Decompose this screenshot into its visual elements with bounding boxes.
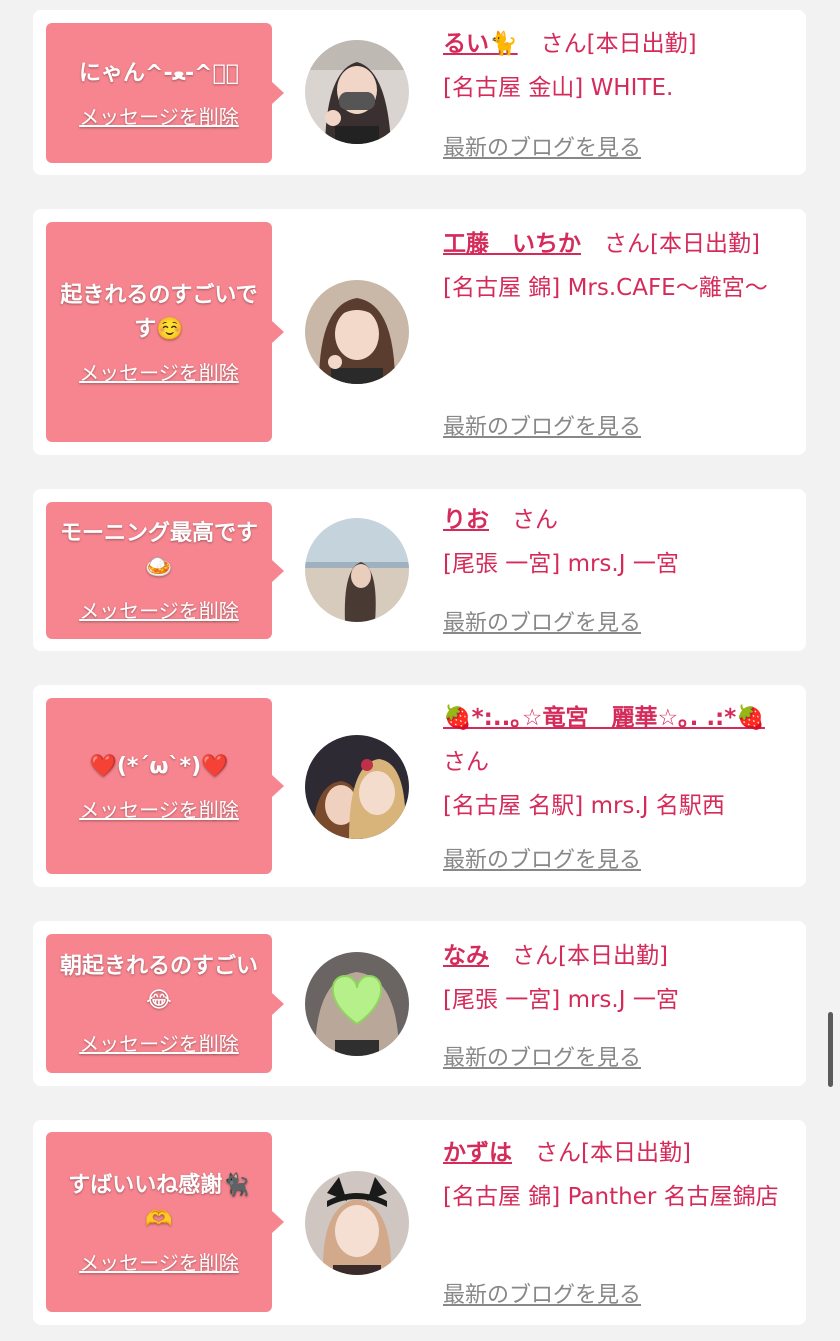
- avatar[interactable]: [305, 280, 409, 384]
- message-bubble: にゃん^-ﻌ-^ฅ゙ メッセージを削除: [46, 23, 284, 163]
- shop-text: [尾張 一宮] mrs.J 一宮: [443, 987, 679, 1013]
- girl-name-link[interactable]: るい🐈: [443, 31, 518, 57]
- delete-message-link[interactable]: メッセージを削除: [79, 1028, 239, 1057]
- avatar[interactable]: [305, 735, 409, 839]
- message-bubble: モーニング最高です🍛 メッセージを削除: [46, 502, 284, 639]
- message-bubble: すばいいね感謝🐈‍⬛🫶 メッセージを削除: [46, 1132, 284, 1312]
- delete-message-link[interactable]: メッセージを削除: [79, 357, 239, 386]
- delete-message-link[interactable]: メッセージを削除: [79, 101, 239, 130]
- message-text: モーニング最高です🍛: [59, 521, 258, 580]
- message-text: すばいいね感謝🐈‍⬛🫶: [68, 1172, 250, 1232]
- status-text: [本日出勤]: [586, 31, 697, 57]
- girl-name-link[interactable]: なみ: [443, 943, 489, 969]
- san-label: さん: [443, 749, 489, 775]
- delete-message-link[interactable]: メッセージを削除: [79, 1247, 239, 1276]
- message-text: ❤️(*´ω`*)❤️: [89, 753, 229, 779]
- san-label: さん: [512, 943, 558, 969]
- delete-message-link[interactable]: メッセージを削除: [79, 794, 239, 823]
- profile-info: りお さん [尾張 一宮] mrs.J 一宮: [443, 498, 795, 586]
- avatar[interactable]: [305, 40, 409, 144]
- message-bubble: 起きれるのすごいです☺️ メッセージを削除: [46, 222, 284, 442]
- message-bubble: 朝起きれるのすごい😂 メッセージを削除: [46, 934, 284, 1073]
- shop-text: [名古屋 錦] Mrs.CAFE〜離宮〜: [443, 275, 768, 301]
- status-text: [本日出勤]: [558, 943, 668, 969]
- profile-info: なみ さん[本日出勤] [尾張 一宮] mrs.J 一宮: [443, 934, 795, 1022]
- blog-link[interactable]: 最新のブログを見る: [443, 1277, 641, 1309]
- girl-name-link[interactable]: かずは: [443, 1140, 512, 1166]
- san-label: さん: [604, 231, 650, 257]
- status-text: [本日出勤]: [581, 1140, 691, 1166]
- girl-name-link[interactable]: 🍓*:..｡☆竜宮 麗華☆｡. .:*🍓: [443, 705, 765, 731]
- avatar[interactable]: [305, 518, 409, 622]
- blog-link[interactable]: 最新のブログを見る: [443, 605, 641, 637]
- message-text: 起きれるのすごいです☺️: [60, 282, 258, 342]
- shop-text: [名古屋 錦] Panther 名古屋錦店: [443, 1184, 779, 1210]
- delete-message-link[interactable]: メッセージを削除: [79, 595, 239, 624]
- blog-link[interactable]: 最新のブログを見る: [443, 409, 641, 441]
- girl-name-link[interactable]: 工藤 いちか: [443, 231, 581, 257]
- message-text: にゃん^-ﻌ-^ฅ゙: [79, 60, 239, 86]
- blog-link[interactable]: 最新のブログを見る: [443, 842, 641, 874]
- blog-link[interactable]: 最新のブログを見る: [443, 1040, 641, 1072]
- girl-name-link[interactable]: りお: [443, 507, 489, 533]
- profile-info: 🍓*:..｡☆竜宮 麗華☆｡. .:*🍓 さん [名古屋 名駅] mrs.J 名…: [443, 696, 795, 828]
- status-text: [本日出勤]: [650, 231, 760, 257]
- blog-link[interactable]: 最新のブログを見る: [443, 130, 641, 162]
- shop-text: [名古屋 金山] WHITE.: [443, 75, 674, 101]
- message-text: 朝起きれるのすごい😂: [59, 954, 258, 1013]
- profile-info: るい🐈 さん[本日出勤] [名古屋 金山] WHITE.: [443, 22, 795, 110]
- shop-text: [尾張 一宮] mrs.J 一宮: [443, 551, 679, 577]
- scrollbar[interactable]: [828, 1012, 833, 1087]
- avatar[interactable]: [305, 952, 409, 1056]
- san-label: さん: [512, 507, 558, 533]
- profile-info: 工藤 いちか さん[本日出勤] [名古屋 錦] Mrs.CAFE〜離宮〜: [443, 222, 795, 310]
- san-label: さん: [535, 1140, 581, 1166]
- san-label: さん: [540, 31, 587, 57]
- avatar[interactable]: [305, 1171, 409, 1275]
- shop-text: [名古屋 名駅] mrs.J 名駅西: [443, 793, 725, 819]
- message-bubble: ❤️(*´ω`*)❤️ メッセージを削除: [46, 698, 284, 874]
- profile-info: かずは さん[本日出勤] [名古屋 錦] Panther 名古屋錦店: [443, 1131, 795, 1219]
